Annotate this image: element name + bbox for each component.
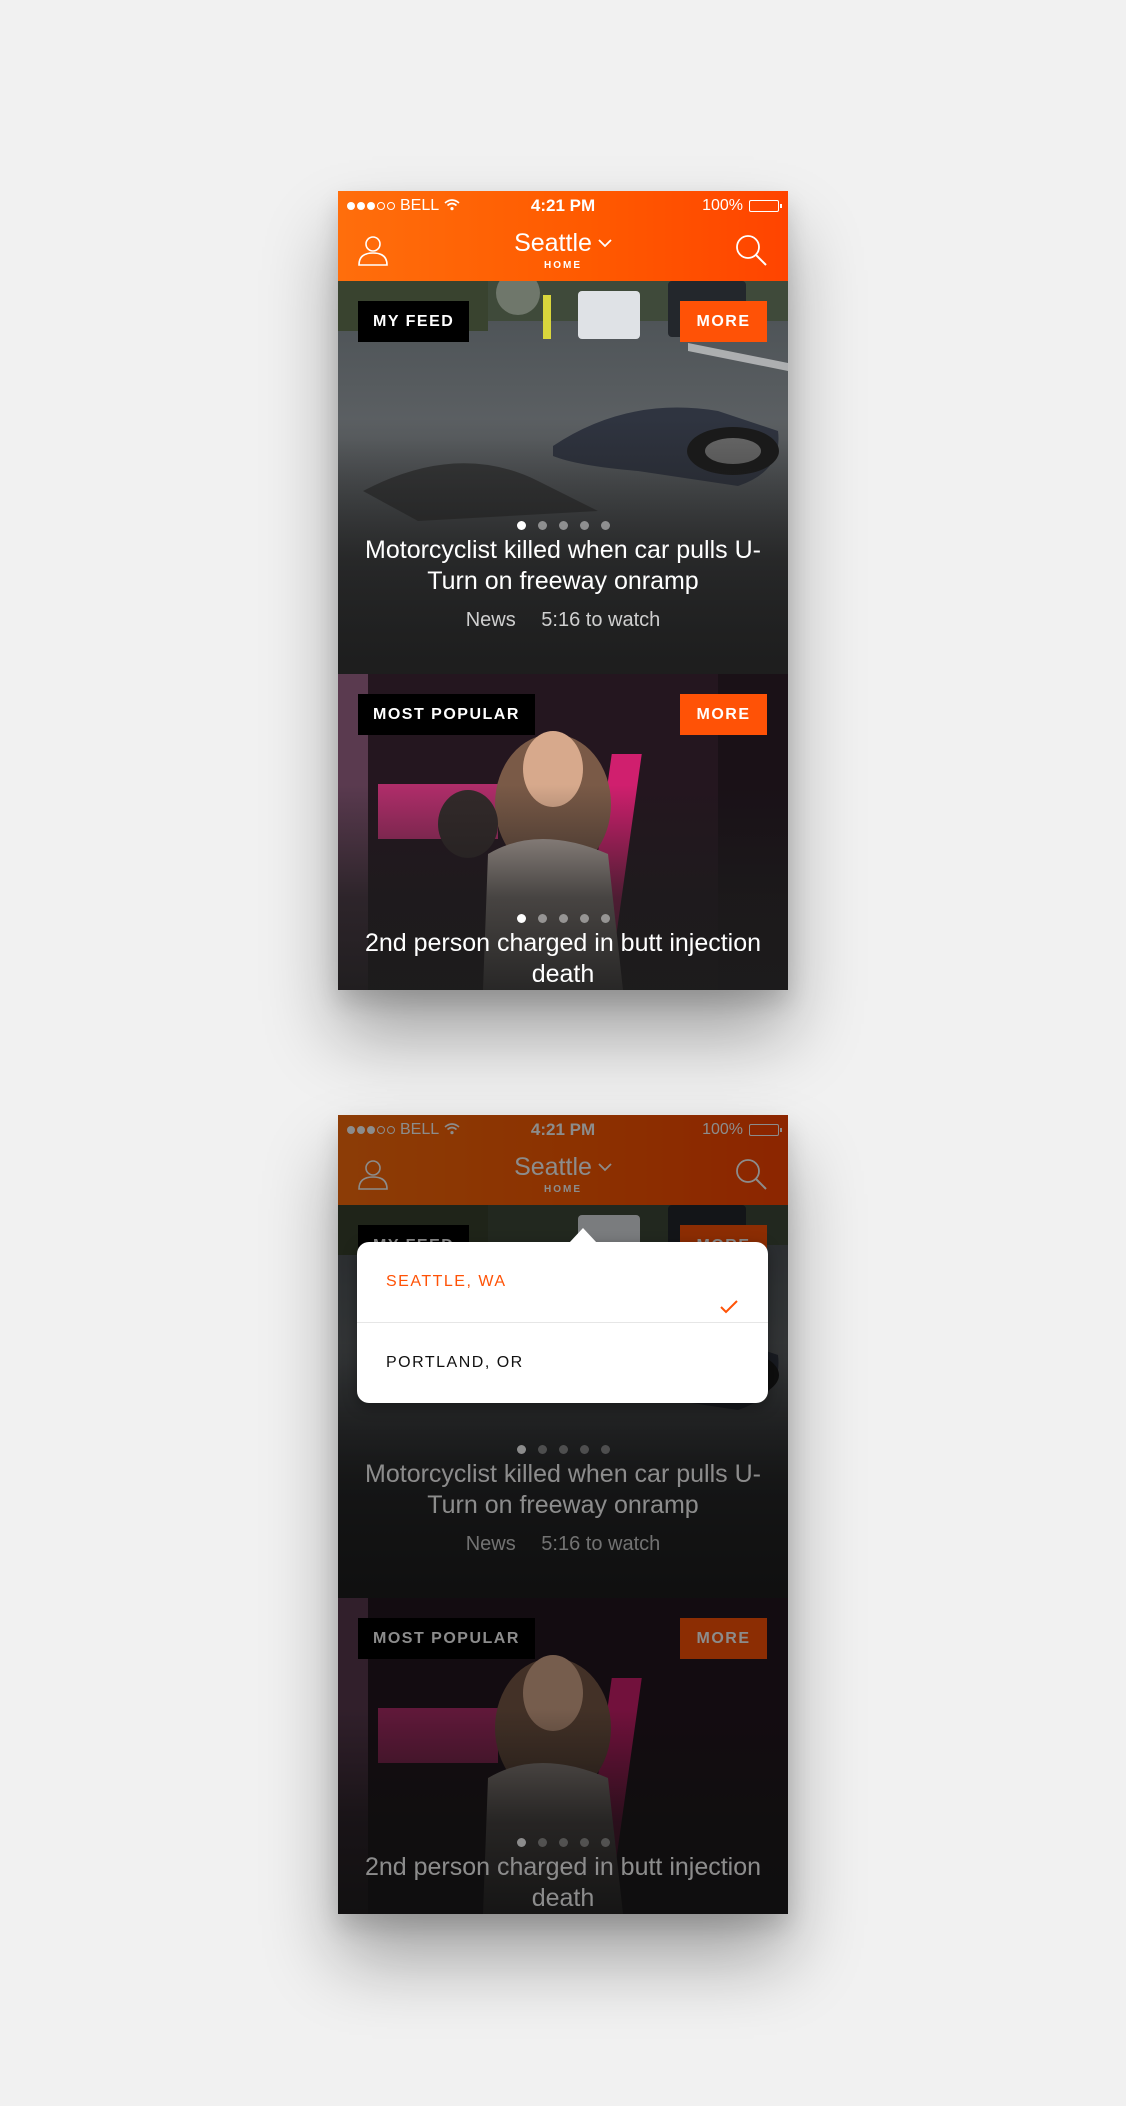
city-option-seattle[interactable]: SEATTLE, WA <box>357 1242 768 1322</box>
search-icon[interactable] <box>734 233 768 267</box>
modal-overlay[interactable] <box>338 1115 788 1914</box>
city-option-portland[interactable]: PORTLAND, OR <box>357 1323 768 1403</box>
pager-dot[interactable] <box>579 521 589 530</box>
battery-icon <box>749 200 782 212</box>
pager-dots <box>338 517 788 535</box>
section-tag: MY FEED <box>358 301 470 342</box>
story-meta: News 5:16 to watch <box>338 609 788 632</box>
pager-dot[interactable] <box>579 914 589 923</box>
chevron-down-icon <box>598 235 612 253</box>
more-button[interactable]: MORE <box>680 301 767 342</box>
pager-dot[interactable] <box>600 914 610 923</box>
home-screen-city-menu: BELL 4:21 PM 100% Seattle HOME Motorcycl… <box>338 1115 788 1914</box>
city-option-label: SEATTLE, WA <box>386 1273 507 1290</box>
more-button[interactable]: MORE <box>680 694 767 735</box>
pager-dot[interactable] <box>558 521 568 530</box>
status-bar: BELL 4:21 PM 100% <box>338 191 788 221</box>
city-option-label: PORTLAND, OR <box>386 1354 524 1371</box>
pager-dot[interactable] <box>558 914 568 923</box>
story-duration: 5:16 to watch <box>541 609 661 631</box>
popular-card[interactable]: MOST POPULAR MORE 2nd person charged in … <box>338 674 788 990</box>
section-tag: MOST POPULAR <box>358 694 535 735</box>
headline[interactable]: Motorcyclist killed when car pulls U-Tur… <box>358 535 768 597</box>
home-screen: BELL 4:21 PM 100% Seattle HOME MY FEED M… <box>338 191 788 990</box>
pager-dot[interactable] <box>600 521 610 530</box>
city-name: Seattle <box>514 229 592 257</box>
headline[interactable]: 2nd person charged in butt injection dea… <box>358 928 768 990</box>
story-category: News <box>465 609 516 631</box>
pager-dots <box>338 910 788 928</box>
pager-dot[interactable] <box>537 521 547 530</box>
pager-dot[interactable] <box>516 914 526 923</box>
city-subtitle: HOME <box>544 260 582 271</box>
battery-percent: 100% <box>702 197 743 214</box>
city-dropdown: SEATTLE, WA PORTLAND, OR <box>357 1228 768 1403</box>
city-selector[interactable]: Seattle HOME <box>338 229 788 271</box>
pager-dot[interactable] <box>537 914 547 923</box>
pager-dot[interactable] <box>516 521 526 530</box>
feed-card[interactable]: MY FEED MORE Motorcyclist killed when ca… <box>338 281 788 674</box>
